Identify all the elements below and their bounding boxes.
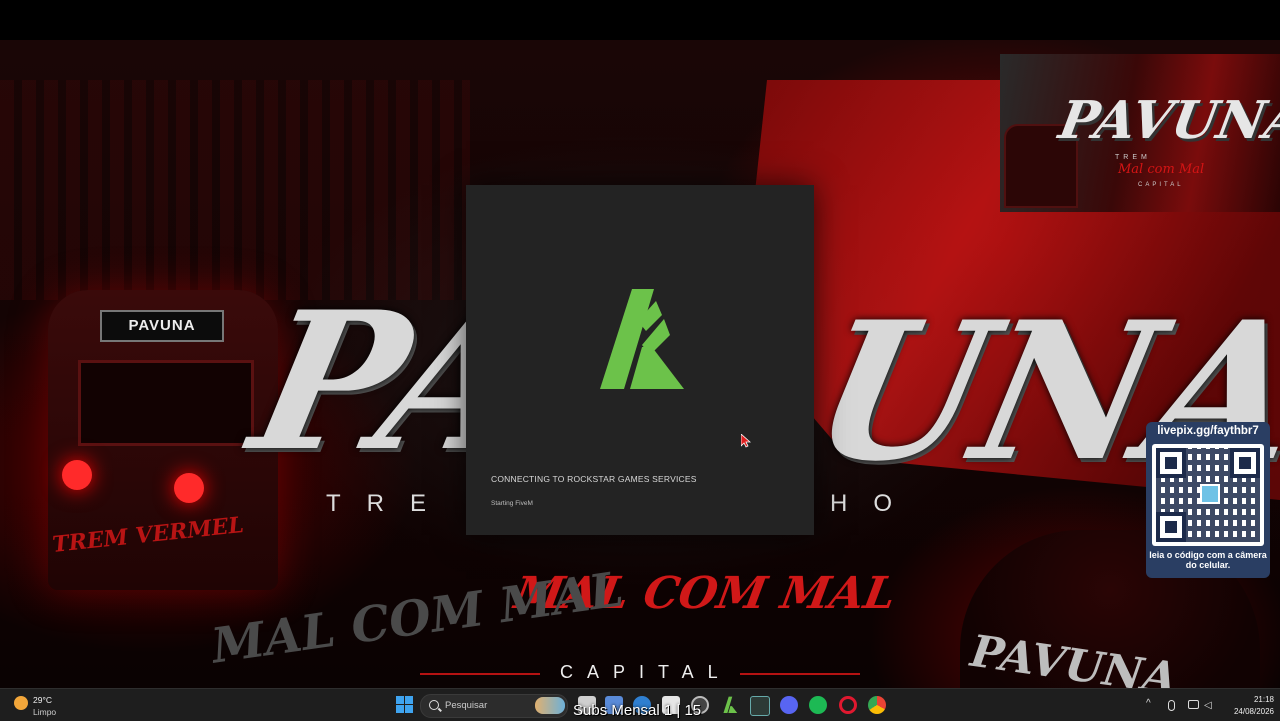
launcher-substatus: Starting FiveM: [491, 500, 533, 507]
subs-goal-overlay: Subs Mensal 1 | 15: [573, 702, 702, 719]
weather-temperature: 29°C: [33, 695, 52, 705]
overlay-subtitle: TREM: [1115, 154, 1151, 161]
fivem-taskbar-icon[interactable]: [721, 696, 739, 714]
overlay-title: PAVUNA: [1054, 90, 1280, 151]
discord-icon[interactable]: [780, 696, 798, 714]
city-background: [0, 80, 470, 300]
train-window: [78, 360, 254, 446]
taskbar-search-box[interactable]: Pesquisar: [420, 694, 568, 718]
clock-time: 21:18: [1253, 695, 1274, 704]
weather-description: Limpo: [33, 707, 57, 717]
divider-line-right: [740, 673, 860, 675]
wallpaper-spaced-left: TRE: [326, 490, 452, 517]
divider-line-left: [420, 673, 540, 675]
opera-icon[interactable]: [839, 696, 857, 714]
qr-finder-bottom-left: [1156, 512, 1186, 542]
wallpaper-spaced-right: HO: [830, 490, 918, 517]
taskbar-clock[interactable]: 21:18 24/08/2026: [1224, 694, 1274, 718]
train-sign: PAVUNA: [100, 310, 224, 342]
launcher-status: CONNECTING TO ROCKSTAR GAMES SERVICES: [491, 474, 697, 484]
chrome-icon[interactable]: [868, 696, 886, 714]
wallpaper-capital: CAPITAL: [560, 662, 732, 682]
qr-finder-top-left: [1156, 448, 1186, 478]
overlay-capital: CAPITAL: [1138, 182, 1184, 188]
microphone-icon[interactable]: [1168, 700, 1175, 711]
overlay-script: Mal com Mal: [1118, 162, 1205, 177]
search-icon: [429, 700, 439, 710]
spotify-icon[interactable]: [809, 696, 827, 714]
qr-finder-top-right: [1230, 448, 1260, 478]
train-headlight-right: [174, 473, 204, 503]
weather-widget[interactable]: 29°C Limpo: [12, 693, 92, 719]
search-placeholder: Pesquisar: [445, 700, 488, 711]
fivem-logo-icon: [594, 285, 686, 395]
weather-sun-icon: [14, 696, 28, 710]
windows-start-icon[interactable]: [396, 696, 413, 713]
qr-donation-widget: livepix.gg/faythbr7 leia o código com a …: [1146, 422, 1270, 578]
terminal-icon[interactable]: [750, 696, 770, 716]
taskbar: 29°C Limpo Pesquisar Subs Mensal 1 | 15 …: [0, 688, 1280, 721]
qr-url: livepix.gg/faythbr7: [1157, 425, 1259, 437]
stream-overlay-banner: PAVUNA TREM Mal com Mal CAPITAL: [1000, 54, 1280, 212]
search-highlight-thumbnail: [535, 697, 565, 714]
clock-date: 24/08/2026: [1233, 707, 1274, 716]
fivem-launcher-window[interactable]: CONNECTING TO ROCKSTAR GAMES SERVICES St…: [466, 185, 814, 535]
qr-caption: leia o código com a câmera do celular.: [1149, 550, 1267, 570]
train-headlight-left: [62, 460, 92, 490]
qr-code: [1152, 444, 1264, 546]
network-icon[interactable]: [1188, 700, 1199, 709]
qr-center-logo: [1200, 484, 1220, 504]
volume-icon[interactable]: ◁: [1204, 700, 1214, 711]
chevron-up-icon[interactable]: ^: [1146, 698, 1156, 709]
